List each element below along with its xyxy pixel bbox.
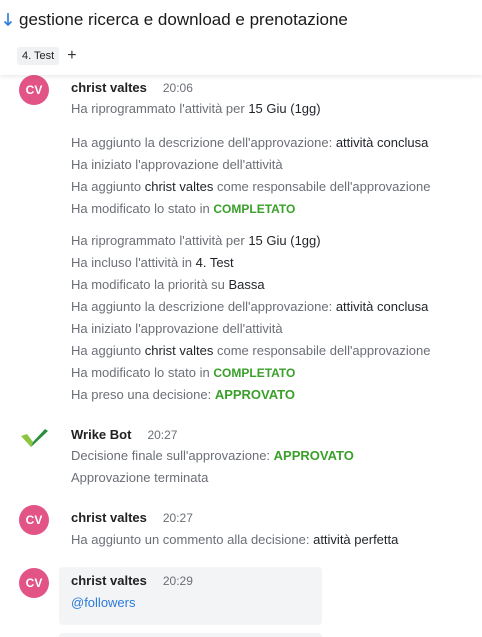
folder-tag[interactable]: 4. Test [17,47,60,65]
entry-meta: christ valtes 20:27 [71,510,193,525]
activity-line: Ha aggiunto la descrizione dell'approvaz… [71,135,429,150]
timestamp: 20:27 [147,428,178,442]
avatar[interactable]: CV [19,568,49,598]
entry-meta: christ valtes 20:06 [71,80,193,95]
activity-line: Ha aggiunto un commento alla decisione: … [71,532,399,547]
decision-value: APPROVATO [214,387,295,402]
activity-line: Ha riprogrammato l'attività per 15 Giu (… [71,101,321,116]
activity-line: Ha preso una decisione: APPROVATO [71,387,295,402]
activity-line: Ha aggiunto christ valtes come responsab… [71,179,431,194]
timestamp: 20:27 [162,511,193,525]
activity-line: Ha incluso l'attività in 4. Test [71,255,234,270]
entry-meta: christ valtes 20:29 [71,573,193,588]
activity-line: Ha riprogrammato l'attività per 15 Giu (… [71,233,321,248]
author-name[interactable]: Wrike Bot [71,427,131,442]
avatar[interactable]: CV [19,75,49,105]
activity-line: Approvazione terminata [71,470,209,485]
decision-value: APPROVATO [273,448,354,463]
mention-link[interactable]: @followers [71,595,136,610]
author-name[interactable]: christ valtes [71,510,147,525]
check-icon [21,429,48,447]
activity-line: Ha modificato lo stato in COMPLETATO [71,365,296,380]
activity-line: Ha modificato la priorità su Bassa [71,277,265,292]
status-value: COMPLETATO [213,202,296,216]
timestamp: 20:29 [162,574,193,588]
task-header: gestione ricerca e download e prenotazio… [0,0,482,75]
next-comment-box [59,633,322,637]
avatar[interactable]: CV [19,505,49,535]
author-name[interactable]: christ valtes [71,573,147,588]
activity-line: Ha aggiunto christ valtes come responsab… [71,343,431,358]
add-tag-button[interactable]: + [67,48,76,64]
activity-line: Ha aggiunto la descrizione dell'approvaz… [71,299,429,314]
arrow-down-icon[interactable] [2,10,14,30]
task-title[interactable]: gestione ricerca e download e prenotazio… [19,10,348,30]
author-name[interactable]: christ valtes [71,80,147,95]
comment-text: @followers [71,595,136,610]
activity-line: Ha modificato lo stato in COMPLETATO [71,201,296,216]
title-row: gestione ricerca e download e prenotazio… [2,10,348,30]
tags-row: 4. Test + [17,47,77,65]
activity-stream: CV christ valtes 20:06 Ha riprogrammato … [0,75,482,637]
status-value: COMPLETATO [213,366,296,380]
activity-line: Ha iniziato l'approvazione dell'attività [71,321,283,336]
activity-line: Ha iniziato l'approvazione dell'attività [71,157,283,172]
timestamp: 20:06 [162,81,193,95]
entry-meta: Wrike Bot 20:27 [71,427,177,442]
activity-line: Decisione finale sull'approvazione: APPR… [71,448,354,463]
